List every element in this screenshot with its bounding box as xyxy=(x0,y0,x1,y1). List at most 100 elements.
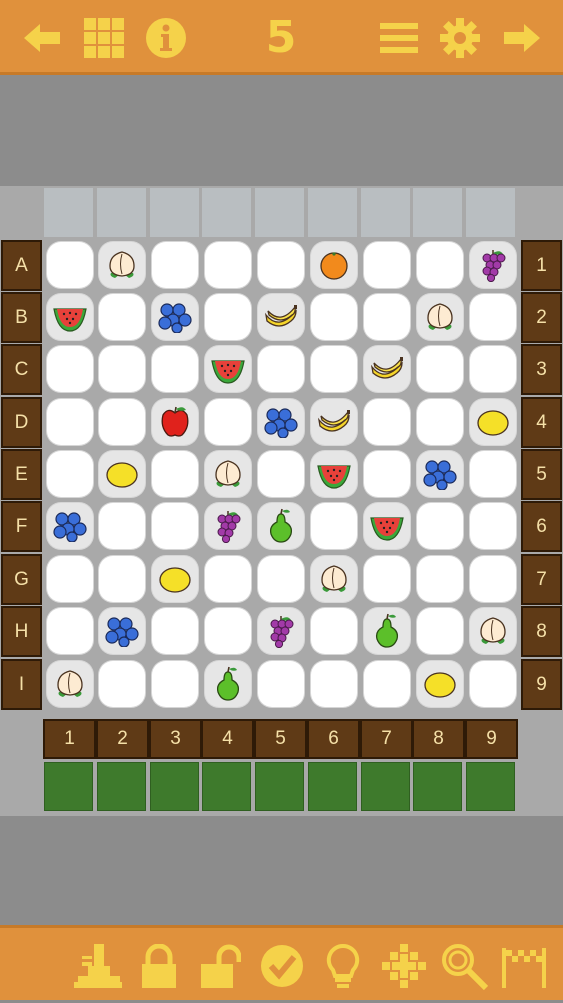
grid-cell[interactable] xyxy=(258,503,304,549)
grid-cell[interactable] xyxy=(152,294,198,340)
grid-cell[interactable] xyxy=(417,451,463,497)
green-slot[interactable] xyxy=(255,762,304,811)
grid-cell[interactable] xyxy=(47,346,93,392)
green-slot[interactable] xyxy=(413,762,462,811)
grid-cell[interactable] xyxy=(205,346,251,392)
grid-cell[interactable] xyxy=(417,661,463,707)
unlock-icon[interactable] xyxy=(192,928,248,1003)
grid-cell[interactable] xyxy=(99,399,145,445)
top-slot[interactable] xyxy=(202,188,251,237)
grid-cell[interactable] xyxy=(205,294,251,340)
grid-cell[interactable] xyxy=(364,294,410,340)
grid-cell[interactable] xyxy=(99,242,145,288)
grid-cell[interactable] xyxy=(205,661,251,707)
grid-cell[interactable] xyxy=(205,556,251,602)
finish-flag-icon[interactable] xyxy=(496,928,552,1003)
grid-cell[interactable] xyxy=(470,399,516,445)
grid-cell[interactable] xyxy=(364,242,410,288)
grid-cell[interactable] xyxy=(47,451,93,497)
green-slot[interactable] xyxy=(97,762,146,811)
info-icon[interactable] xyxy=(138,0,194,75)
gear-icon[interactable] xyxy=(432,0,488,75)
top-slot[interactable] xyxy=(44,188,93,237)
top-slot[interactable] xyxy=(97,188,146,237)
grid-cell[interactable] xyxy=(364,556,410,602)
top-slot[interactable] xyxy=(466,188,515,237)
grid-cell[interactable] xyxy=(470,503,516,549)
grid-cell[interactable] xyxy=(417,399,463,445)
grid-cell[interactable] xyxy=(99,294,145,340)
grid-cell[interactable] xyxy=(47,608,93,654)
grid-cell[interactable] xyxy=(311,556,357,602)
grid-cell[interactable] xyxy=(311,242,357,288)
grid-cell[interactable] xyxy=(205,399,251,445)
grid-cell[interactable] xyxy=(258,242,304,288)
grid-cell[interactable] xyxy=(205,451,251,497)
check-icon[interactable] xyxy=(254,928,310,1003)
grid-cell[interactable] xyxy=(364,503,410,549)
grid-cell[interactable] xyxy=(417,242,463,288)
grid-cell[interactable] xyxy=(311,661,357,707)
grid-cell[interactable] xyxy=(47,242,93,288)
grid-cell[interactable] xyxy=(47,661,93,707)
grid-cell[interactable] xyxy=(258,451,304,497)
grid-cell[interactable] xyxy=(258,661,304,707)
grid-cell[interactable] xyxy=(99,556,145,602)
green-slot[interactable] xyxy=(466,762,515,811)
cross-pattern-icon[interactable] xyxy=(376,928,432,1003)
back-arrow-icon[interactable] xyxy=(14,0,70,75)
grid-cell[interactable] xyxy=(470,556,516,602)
lock-icon[interactable] xyxy=(131,928,187,1003)
stamp-icon[interactable] xyxy=(70,928,126,1003)
grid-cell[interactable] xyxy=(364,608,410,654)
top-slot[interactable] xyxy=(150,188,199,237)
grid-cell[interactable] xyxy=(364,661,410,707)
grid-cell[interactable] xyxy=(99,451,145,497)
top-slot[interactable] xyxy=(413,188,462,237)
grid-icon[interactable] xyxy=(76,0,132,75)
grid-cell[interactable] xyxy=(470,451,516,497)
grid-cell[interactable] xyxy=(258,608,304,654)
search-icon[interactable] xyxy=(437,928,493,1003)
grid-cell[interactable] xyxy=(205,503,251,549)
grid-cell[interactable] xyxy=(311,503,357,549)
grid-cell[interactable] xyxy=(311,451,357,497)
grid-cell[interactable] xyxy=(364,451,410,497)
top-slot[interactable] xyxy=(308,188,357,237)
top-slot[interactable] xyxy=(255,188,304,237)
grid-cell[interactable] xyxy=(47,503,93,549)
grid-cell[interactable] xyxy=(152,346,198,392)
green-slot[interactable] xyxy=(202,762,251,811)
grid-cell[interactable] xyxy=(311,608,357,654)
grid-cell[interactable] xyxy=(47,294,93,340)
grid-cell[interactable] xyxy=(205,608,251,654)
grid-cell[interactable] xyxy=(364,346,410,392)
grid-cell[interactable] xyxy=(258,294,304,340)
grid-cell[interactable] xyxy=(311,346,357,392)
green-slot[interactable] xyxy=(361,762,410,811)
grid-cell[interactable] xyxy=(152,608,198,654)
grid-cell[interactable] xyxy=(152,661,198,707)
hint-bulb-icon[interactable] xyxy=(315,928,371,1003)
grid-cell[interactable] xyxy=(364,399,410,445)
grid-cell[interactable] xyxy=(99,661,145,707)
grid-cell[interactable] xyxy=(311,294,357,340)
grid-cell[interactable] xyxy=(417,294,463,340)
green-slot[interactable] xyxy=(44,762,93,811)
menu-icon[interactable] xyxy=(371,0,427,75)
grid-cell[interactable] xyxy=(258,556,304,602)
grid-cell[interactable] xyxy=(99,608,145,654)
grid-cell[interactable] xyxy=(47,556,93,602)
grid-cell[interactable] xyxy=(258,346,304,392)
grid-cell[interactable] xyxy=(47,399,93,445)
grid-cell[interactable] xyxy=(152,503,198,549)
grid-cell[interactable] xyxy=(470,294,516,340)
grid-cell[interactable] xyxy=(470,608,516,654)
grid-cell[interactable] xyxy=(470,346,516,392)
grid-cell[interactable] xyxy=(311,399,357,445)
grid-cell[interactable] xyxy=(470,661,516,707)
grid-cell[interactable] xyxy=(417,503,463,549)
grid-cell[interactable] xyxy=(152,556,198,602)
grid-cell[interactable] xyxy=(152,242,198,288)
green-slot[interactable] xyxy=(308,762,357,811)
